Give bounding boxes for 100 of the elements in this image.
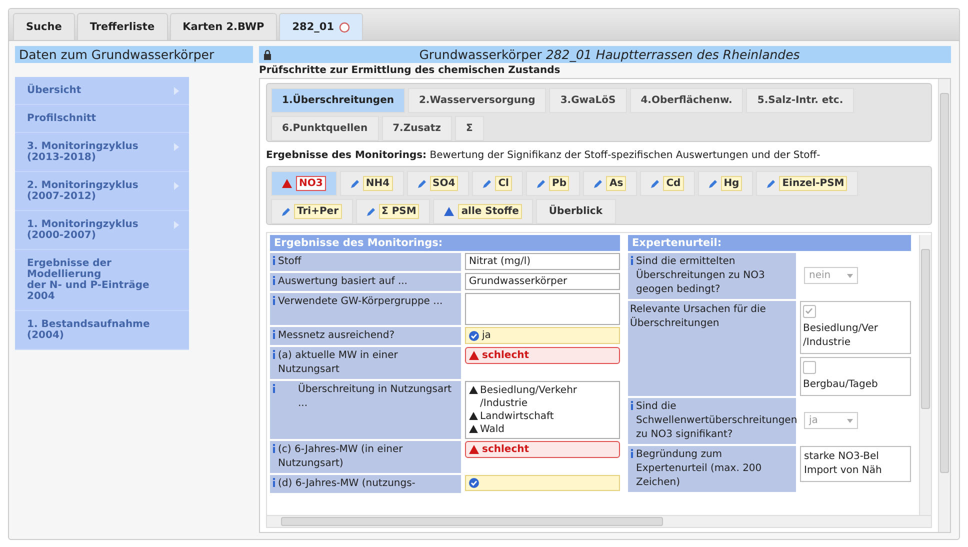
field-label: Relevante Ursachen für die Überschreitungen xyxy=(630,303,767,331)
info-icon[interactable] xyxy=(272,330,276,339)
field-label: (c) 6-Jahres-MW (in einer Nutzungsart) xyxy=(278,443,404,471)
pencil-icon xyxy=(536,180,545,188)
info-icon[interactable] xyxy=(272,444,276,453)
pencil-icon xyxy=(418,180,426,188)
chevron-icon xyxy=(174,182,179,190)
pencil-icon xyxy=(708,180,717,188)
sidebar-item[interactable]: 1. Bestandsaufnahme (2004) xyxy=(15,311,189,350)
list-item: Landwirtschaft xyxy=(480,410,554,423)
section-subtitle: Prüfschritte zur Ermittlung des chemischen Zustands xyxy=(259,64,562,78)
field-label: Begründung zum Expertenurteil (max. 200 Zeichen) xyxy=(636,448,763,490)
field-label: Überschreitung in Nutzungsart ... xyxy=(297,383,453,411)
warning-icon xyxy=(469,351,479,360)
step-tab[interactable]: 1.Überschreitungen xyxy=(271,88,405,113)
sidebar-item[interactable]: Ergebnisse der Modellierung der N- und P-Einträge 2004 xyxy=(15,250,189,311)
substance-tab[interactable]: SO4 xyxy=(406,171,470,196)
scrollbar[interactable] xyxy=(267,515,931,527)
step-tab[interactable]: 7.Zusatz xyxy=(382,116,452,141)
caret-icon xyxy=(847,418,853,422)
substance-tab[interactable]: Pb xyxy=(526,171,580,196)
checkbox-label: Bergbau/Tageb xyxy=(803,378,879,392)
step-tab[interactable]: 5.Salz-Intr. etc. xyxy=(746,88,854,113)
info-icon[interactable] xyxy=(272,350,276,359)
info-icon[interactable] xyxy=(630,449,634,458)
pencil-icon xyxy=(483,180,492,188)
info-icon[interactable] xyxy=(630,401,634,410)
scrollbar[interactable] xyxy=(919,235,931,515)
lock-icon xyxy=(263,50,272,60)
sidebar-item[interactable]: 3. Monitoringzyklus (2013-2018) xyxy=(15,133,189,172)
step-tab[interactable]: 2.Wasserversorgung xyxy=(408,88,546,113)
status-field: schlecht xyxy=(465,347,620,364)
substance-tab[interactable]: Tri+Per xyxy=(271,199,353,224)
substance-tab[interactable]: Hg xyxy=(698,171,754,196)
warning-icon xyxy=(469,445,479,454)
step-tab[interactable]: Σ xyxy=(455,116,484,141)
field-label: Sind die ermittelten Überschreitungen zu NO3 geogen bedingt? xyxy=(636,255,766,297)
panel-title: Grundwasserkörper 282_01 Hauptterrassen des Rheinlandes xyxy=(418,47,801,62)
table-heading: Expertenurteil: xyxy=(628,235,911,251)
info-icon[interactable] xyxy=(272,296,276,305)
check-icon xyxy=(804,306,814,316)
info-icon[interactable] xyxy=(272,276,276,285)
list-item: Wald xyxy=(480,423,505,436)
check-icon xyxy=(469,478,479,488)
sidebar-item[interactable]: 2. Monitoringzyklus (2007-2012) xyxy=(15,172,189,211)
chevron-icon xyxy=(174,221,179,229)
checkbox-label: Besiedlung/Ver /Industrie xyxy=(803,322,879,350)
scrollbar-thumb[interactable] xyxy=(281,517,663,526)
pencil-icon xyxy=(651,180,660,188)
substance-tab[interactable]: Cd xyxy=(640,171,695,196)
tab[interactable]: Trefferliste xyxy=(76,13,168,40)
step-tab[interactable]: 4.Oberflächenw. xyxy=(630,88,744,113)
substance-tab[interactable]: As xyxy=(583,171,638,196)
status-field: ja xyxy=(465,327,620,344)
info-icon[interactable] xyxy=(272,384,276,393)
field-label: Messnetz ausreichend? xyxy=(278,329,395,343)
tab[interactable]: Suche xyxy=(13,13,75,40)
sidebar-item[interactable]: Profilschnitt xyxy=(15,105,189,133)
pencil-icon xyxy=(282,208,290,216)
checkbox[interactable] xyxy=(803,361,816,374)
intro-text: Ergebnisse des Monitorings: Bewertung der Signifikanz der Stoff-spezifischen Auswertungen und der Stoff- xyxy=(266,149,822,163)
caret-icon xyxy=(847,274,853,278)
value-field: Nitrat (mg/l) xyxy=(465,253,620,270)
chevron-icon xyxy=(174,87,179,95)
check-icon xyxy=(469,330,479,340)
field-label: (a) aktuelle MW in einer Nutzungsart xyxy=(278,349,399,377)
sidebar-title: Daten zum Grundwasserkörper xyxy=(15,46,253,63)
value-field: Grundwasserkörper xyxy=(465,273,620,290)
substance-tab[interactable]: NH4 xyxy=(340,171,404,196)
field-label: Stoff xyxy=(278,255,302,269)
close-icon[interactable] xyxy=(339,22,350,32)
sidebar-item[interactable]: 1. Monitoringzyklus (2000-2007) xyxy=(15,211,189,250)
info-icon[interactable] xyxy=(272,478,276,487)
list-item: Besiedlung/Verkehr /Industrie xyxy=(480,384,578,410)
scrollbar[interactable] xyxy=(938,79,950,532)
info-icon[interactable] xyxy=(272,256,276,265)
field-label: Sind die Schwellenwertüberschreitungen zu NO3 signifikant? xyxy=(636,400,798,442)
pencil-icon xyxy=(594,180,602,188)
tab[interactable]: 282_01 xyxy=(279,13,364,40)
sidebar-item[interactable]: Übersicht xyxy=(15,77,189,105)
info-icon[interactable] xyxy=(630,256,634,265)
substance-tab[interactable]: alle Stoffe xyxy=(433,199,533,224)
warning-icon xyxy=(282,179,292,188)
scrollbar-thumb[interactable] xyxy=(921,249,930,409)
substance-tab[interactable]: Überblick xyxy=(536,199,616,224)
checkbox[interactable] xyxy=(803,305,816,318)
pencil-icon xyxy=(350,180,359,188)
warning-icon xyxy=(444,207,454,216)
step-tab[interactable]: 6.Punktquellen xyxy=(271,116,379,141)
substance-tab[interactable]: Einzel-PSM xyxy=(756,171,858,196)
pencil-icon xyxy=(767,180,776,188)
field-label: (d) 6-Jahres-MW (nutzungs- xyxy=(278,477,416,491)
substance-tab[interactable]: Cl xyxy=(472,171,523,196)
substance-tab[interactable]: Σ PSM xyxy=(356,199,430,224)
text-area[interactable]: starke NO3-Bel Import von Näh xyxy=(800,446,911,482)
field-label: Auswertung basiert auf ... xyxy=(278,275,408,289)
scrollbar-thumb[interactable] xyxy=(940,93,949,473)
tab[interactable]: Karten 2.BWP xyxy=(170,13,278,40)
step-tab[interactable]: 3.GwaLöS xyxy=(549,88,627,113)
substance-tab[interactable]: NO3 xyxy=(271,171,337,196)
